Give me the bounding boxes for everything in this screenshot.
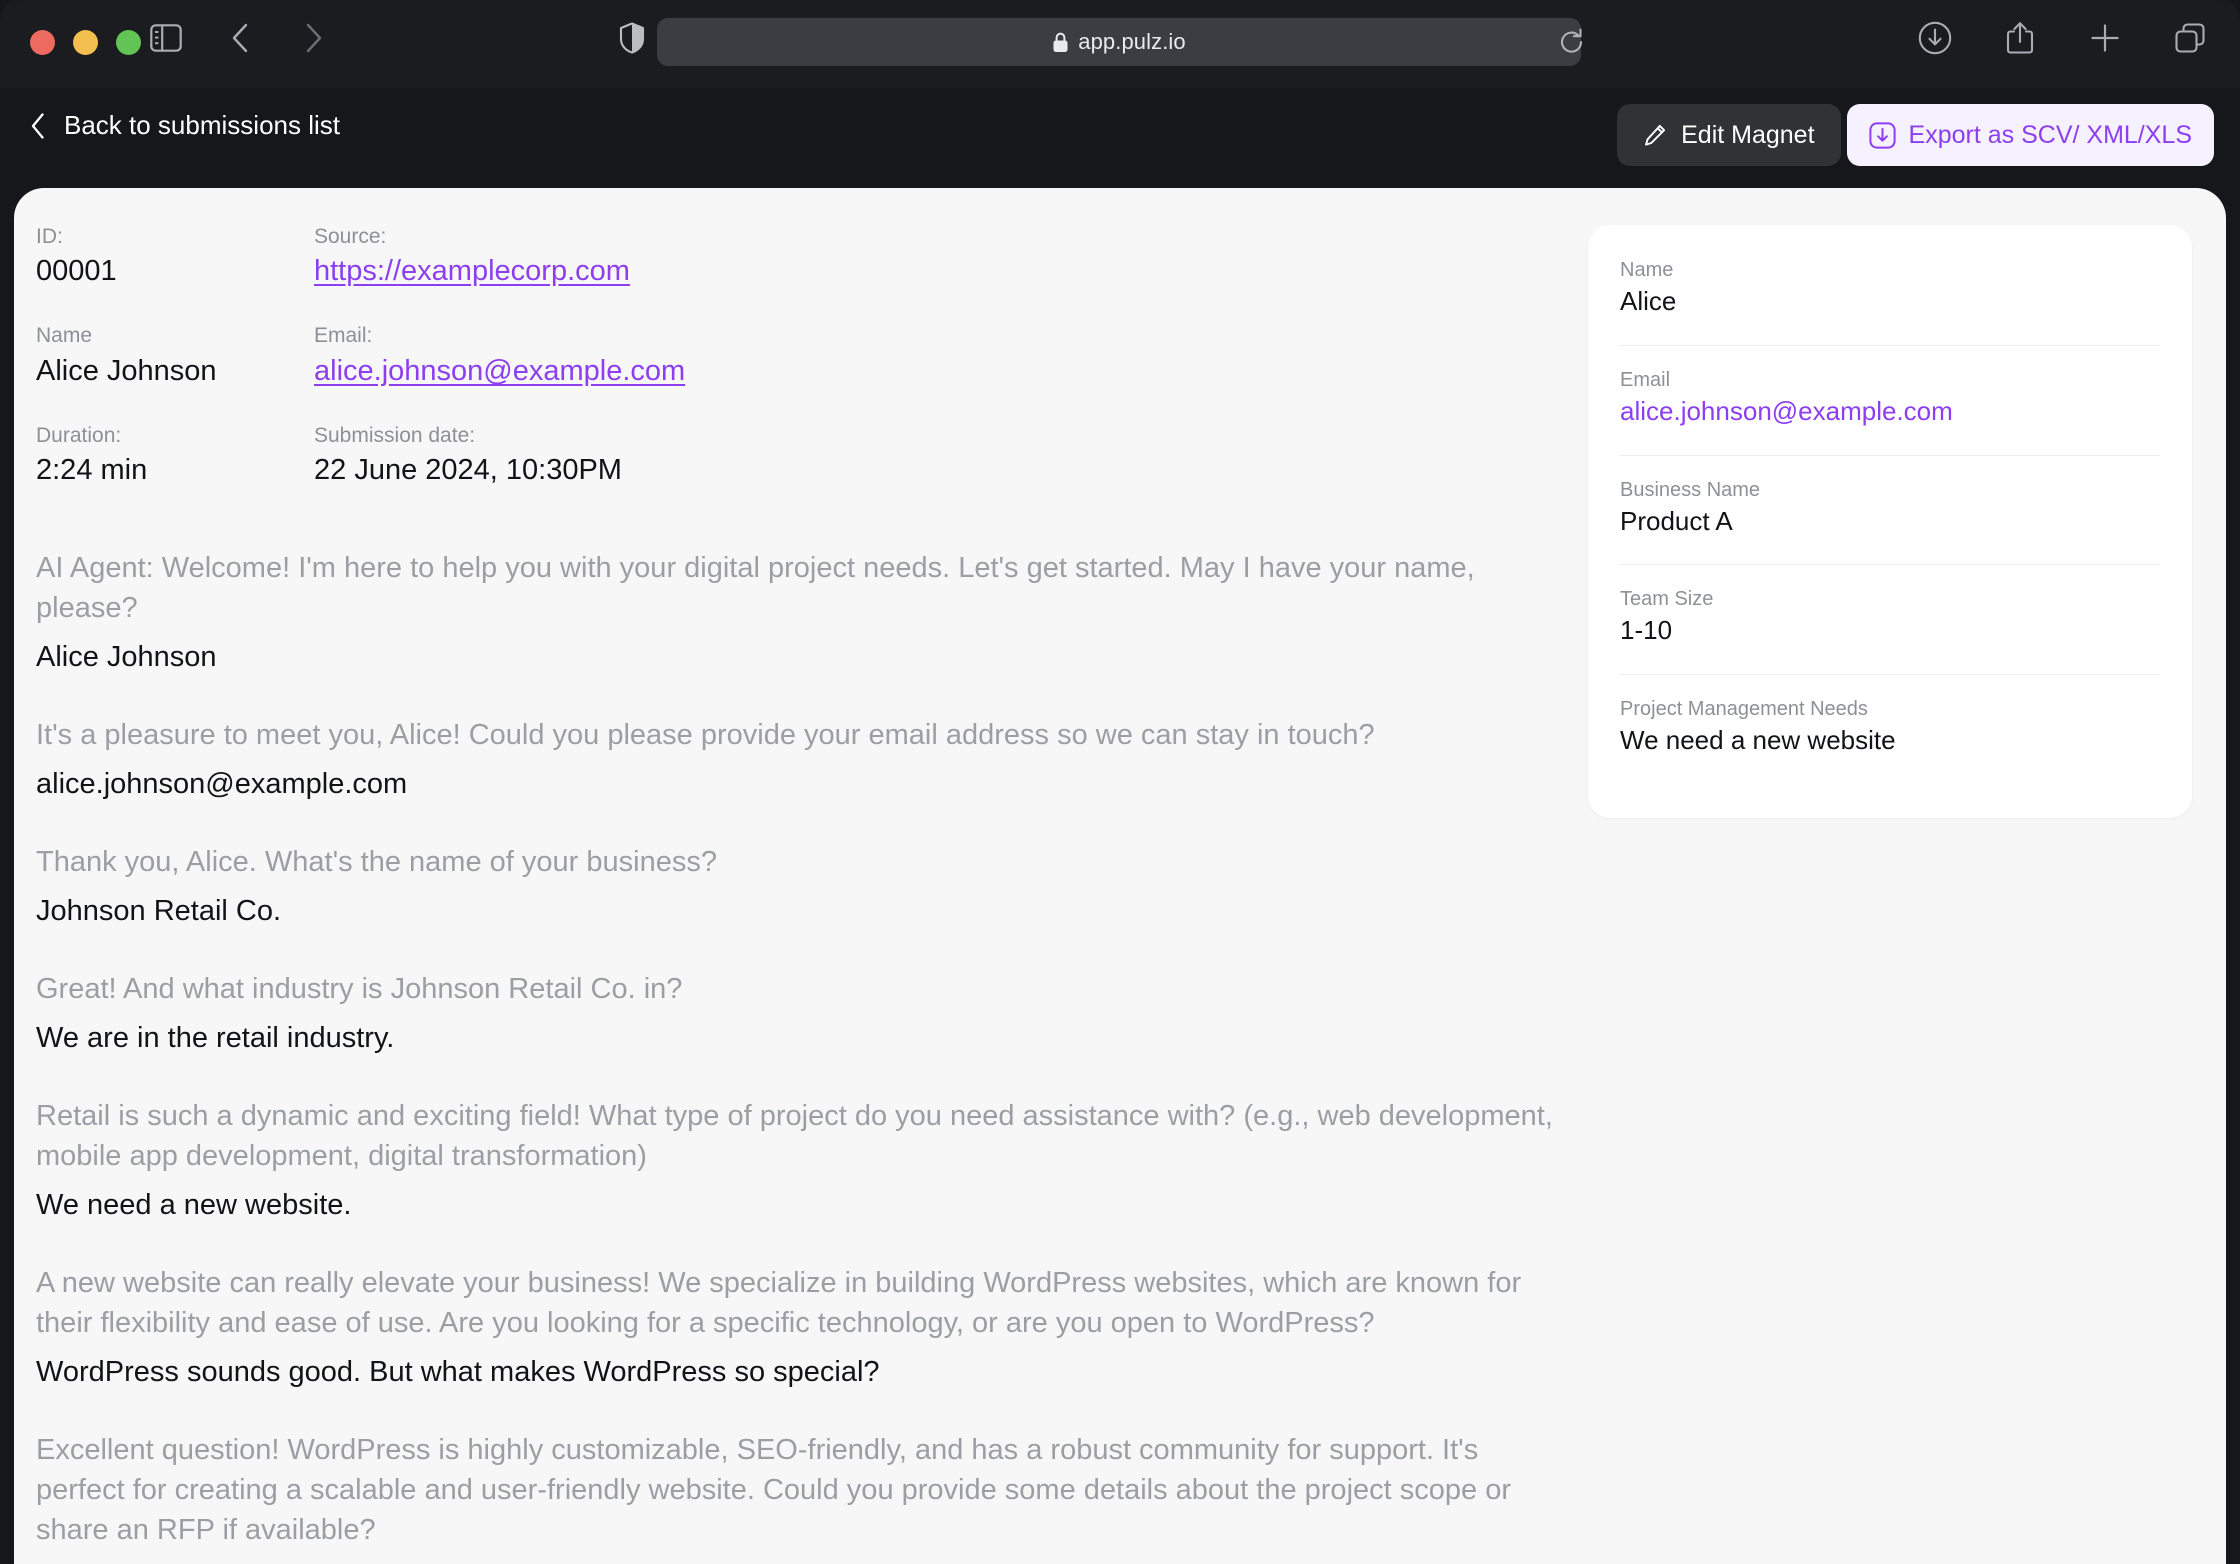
user-message: We are in the retail industry. bbox=[36, 1022, 395, 1055]
browser-toolbar-right bbox=[1911, 14, 2214, 62]
download-square-icon bbox=[1868, 121, 1896, 149]
extracted-field-value: Product A bbox=[1620, 505, 1733, 536]
id-label: ID: bbox=[36, 225, 63, 248]
transcript-turn: AI Agent: Welcome! I'm here to help you … bbox=[36, 548, 1556, 677]
user-message: alice.johnson@example.com bbox=[36, 768, 408, 801]
share-icon[interactable] bbox=[1996, 14, 2044, 62]
extracted-field-label: Business Name bbox=[1620, 478, 1761, 501]
extracted-field-label: Email bbox=[1620, 368, 1671, 391]
name-value: Alice Johnson bbox=[36, 354, 217, 387]
conversation-transcript: AI Agent: Welcome! I'm here to help you … bbox=[36, 548, 1556, 1564]
chevron-left-icon[interactable] bbox=[216, 14, 264, 62]
source-link[interactable]: https://examplecorp.com bbox=[314, 253, 1014, 289]
chevron-right-icon[interactable] bbox=[290, 14, 338, 62]
close-window-button[interactable] bbox=[30, 30, 55, 55]
meta-field-name: Name Alice Johnson bbox=[36, 323, 314, 388]
transcript-turn: Great! And what industry is Johnson Reta… bbox=[36, 969, 1556, 1058]
shield-icon[interactable] bbox=[608, 14, 656, 62]
extracted-field-value: We need a new website bbox=[1620, 725, 1896, 756]
submission-date-label: Submission date: bbox=[314, 423, 476, 447]
email-label: Email: bbox=[314, 324, 373, 348]
duration-value: 2:24 min bbox=[36, 454, 148, 487]
transcript-turn: Excellent question! WordPress is highly … bbox=[36, 1430, 1556, 1550]
lock-icon bbox=[1052, 32, 1069, 53]
edit-magnet-button[interactable]: Edit Magnet bbox=[1617, 104, 1841, 166]
extracted-field: Team Size 1-10 bbox=[1620, 564, 2160, 674]
agent-message: Excellent question! WordPress is highly … bbox=[36, 1434, 1511, 1547]
meta-row: Name Alice Johnson Email: alice.johnson@… bbox=[36, 323, 1086, 388]
meta-row: Duration: 2:24 min Submission date: 22 J… bbox=[36, 423, 1086, 488]
meta-field-source: Source: https://examplecorp.com bbox=[314, 224, 1014, 289]
email-link[interactable]: alice.johnson@example.com bbox=[314, 353, 1014, 389]
user-message: We need a new website. bbox=[36, 1189, 352, 1222]
extracted-field: Business Name Product A bbox=[1620, 454, 2160, 565]
app-header: Back to submissions list Edit Magnet Exp… bbox=[0, 88, 2240, 188]
meta-row: ID: 00001 Source: https://examplecorp.co… bbox=[36, 224, 1086, 289]
transcript-turn: Thank you, Alice. What's the name of you… bbox=[36, 842, 1556, 931]
address-bar[interactable]: app.pulz.io bbox=[657, 18, 1581, 66]
transcript-turn: It's a pleasure to meet you, Alice! Coul… bbox=[36, 715, 1556, 804]
url-text: app.pulz.io bbox=[1078, 29, 1186, 54]
header-action-buttons: Edit Magnet Export as SCV/ XML/XLS bbox=[1617, 104, 2214, 166]
transcript-turn: Retail is such a dynamic and exciting fi… bbox=[36, 1096, 1556, 1225]
name-label: Name bbox=[36, 324, 93, 348]
extracted-field: Project Management Needs We need a new we… bbox=[1620, 674, 2160, 784]
extracted-field-value[interactable]: alice.johnson@example.com bbox=[1620, 395, 2160, 429]
user-message: Alice Johnson bbox=[36, 641, 217, 674]
source-label: Source: bbox=[314, 225, 387, 248]
meta-field-submission-date: Submission date: 22 June 2024, 10:30PM bbox=[314, 423, 1014, 488]
export-button-label: Export as SCV/ XML/XLS bbox=[1908, 120, 2192, 149]
agent-message: Great! And what industry is Johnson Reta… bbox=[36, 973, 683, 1006]
chevron-left-icon bbox=[30, 112, 46, 140]
browser-chrome: app.pulz.io bbox=[0, 0, 2240, 88]
download-circle-icon[interactable] bbox=[1911, 14, 1959, 62]
extracted-fields-card: Name Alice Email alice.johnson@example.com B… bbox=[1588, 225, 2192, 818]
extracted-field: Email alice.johnson@example.com bbox=[1620, 344, 2160, 455]
id-value: 00001 bbox=[36, 255, 117, 288]
plus-icon[interactable] bbox=[2081, 14, 2129, 62]
meta-field-email: Email: alice.johnson@example.com bbox=[314, 323, 1014, 388]
submission-detail-panel: ID: 00001 Source: https://examplecorp.co… bbox=[14, 188, 2226, 1564]
tab-overview-icon[interactable] bbox=[2166, 14, 2214, 62]
minimize-window-button[interactable] bbox=[73, 30, 98, 55]
user-message: Johnson Retail Co. bbox=[36, 895, 282, 928]
user-message: WordPress sounds good. But what makes Wo… bbox=[36, 1356, 880, 1389]
sidebar-toggle-icon[interactable] bbox=[142, 14, 190, 62]
submission-meta-grid: ID: 00001 Source: https://examplecorp.co… bbox=[36, 224, 1086, 522]
extracted-field-label: Team Size bbox=[1620, 588, 1714, 611]
extracted-field-value: Alice bbox=[1620, 286, 1677, 316]
meta-field-duration: Duration: 2:24 min bbox=[36, 423, 314, 488]
browser-navigation-controls bbox=[142, 14, 338, 62]
transcript-turn: A new website can really elevate your bu… bbox=[36, 1263, 1556, 1392]
edit-magnet-label: Edit Magnet bbox=[1681, 120, 1815, 149]
extracted-field-label: Name bbox=[1620, 259, 1674, 281]
back-to-submissions-list-link[interactable]: Back to submissions list bbox=[30, 110, 340, 141]
agent-message: Thank you, Alice. What's the name of you… bbox=[36, 846, 717, 879]
duration-label: Duration: bbox=[36, 423, 122, 447]
window-traffic-lights bbox=[30, 30, 141, 55]
reload-icon[interactable] bbox=[1548, 18, 1596, 66]
submission-date-value: 22 June 2024, 10:30PM bbox=[314, 454, 622, 487]
agent-message: It's a pleasure to meet you, Alice! Coul… bbox=[36, 719, 1375, 752]
agent-message: A new website can really elevate your bu… bbox=[36, 1267, 1522, 1340]
extracted-field-label: Project Management Needs bbox=[1620, 698, 1868, 721]
agent-message: AI Agent: Welcome! I'm here to help you … bbox=[36, 552, 1475, 625]
extracted-field: Name Alice bbox=[1620, 251, 2160, 345]
agent-message: Retail is such a dynamic and exciting fi… bbox=[36, 1100, 1553, 1173]
maximize-window-button[interactable] bbox=[116, 30, 141, 55]
back-link-label: Back to submissions list bbox=[64, 110, 340, 140]
meta-field-id: ID: 00001 bbox=[36, 224, 314, 289]
export-button[interactable]: Export as SCV/ XML/XLS bbox=[1846, 104, 2214, 166]
pencil-icon bbox=[1643, 123, 1667, 147]
extracted-field-value: 1-10 bbox=[1620, 615, 1673, 646]
